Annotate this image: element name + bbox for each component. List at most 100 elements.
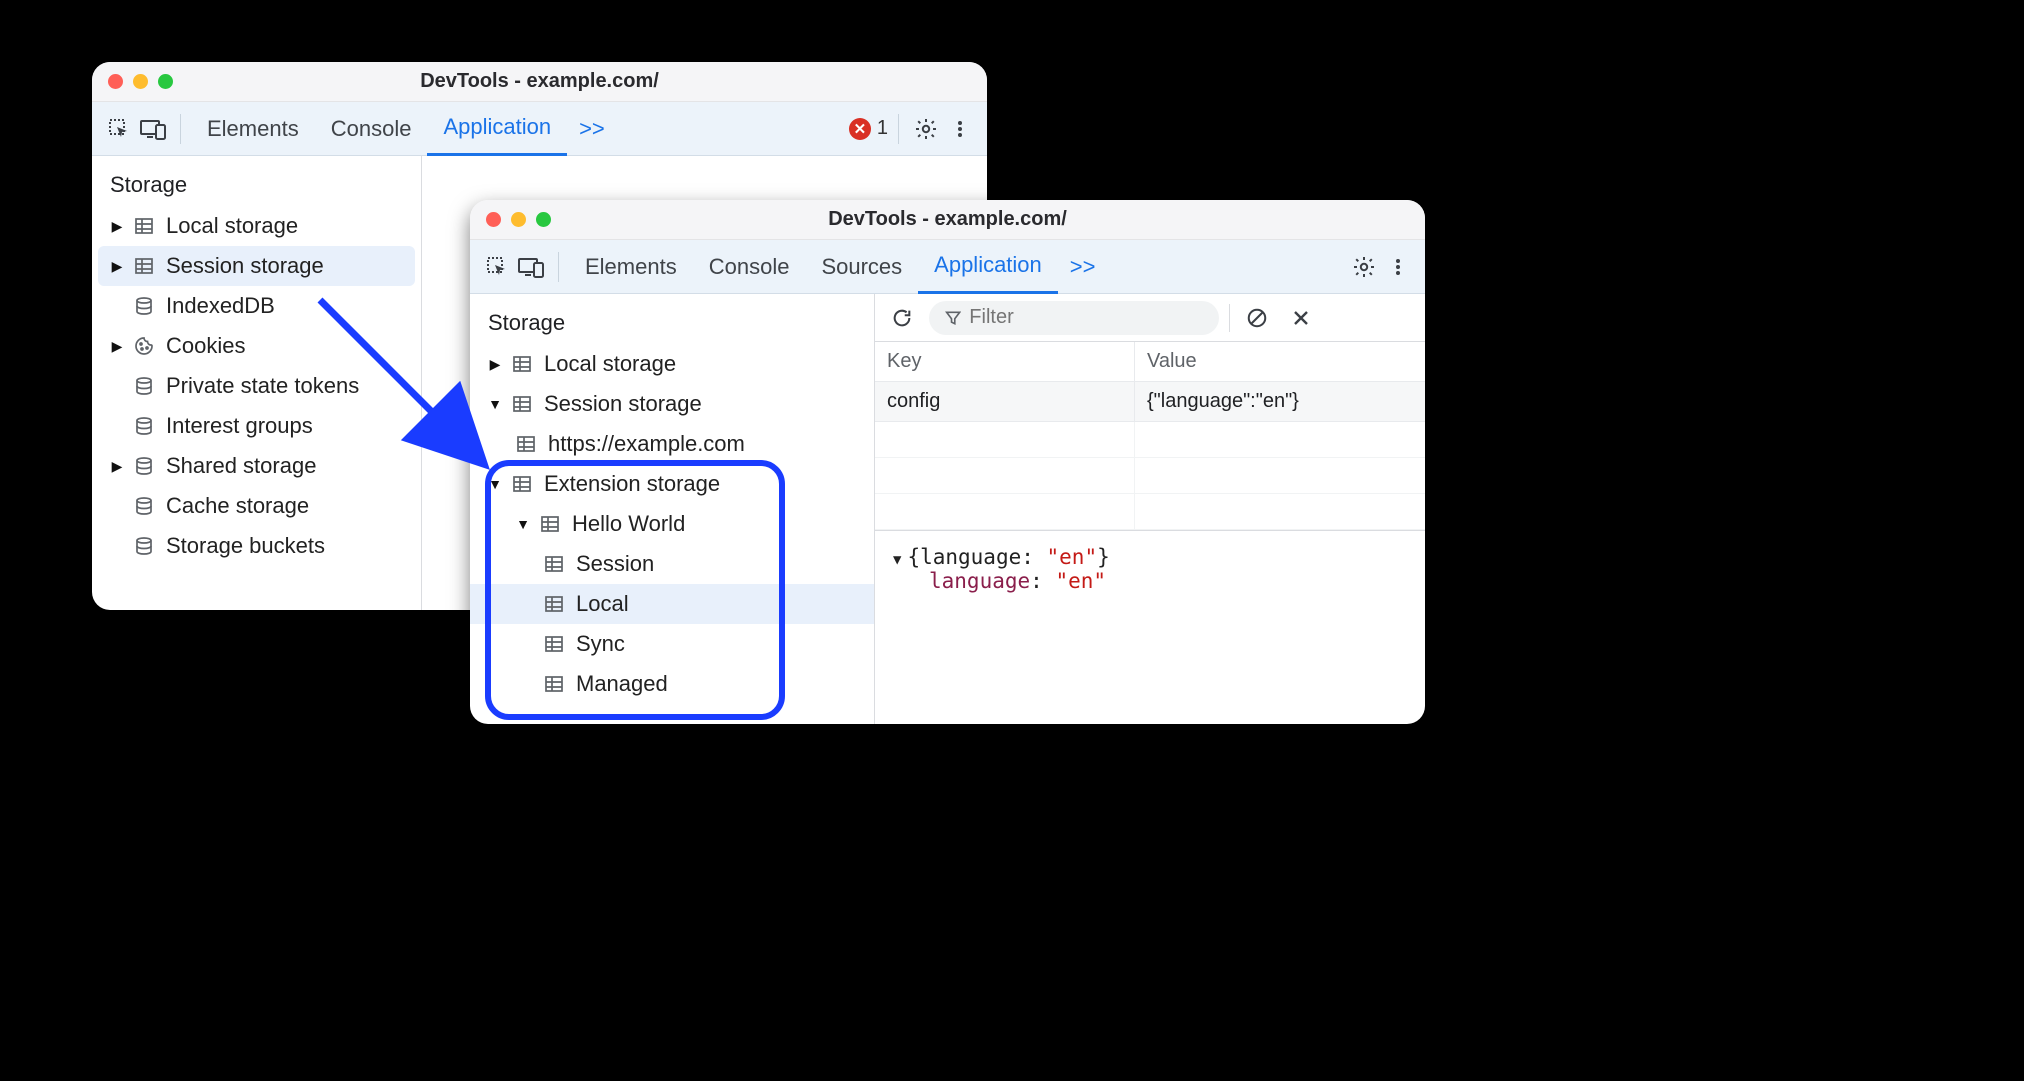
sidebar-item-label: Session	[576, 551, 654, 577]
minimize-window-icon[interactable]	[133, 74, 148, 89]
sidebar-extension-storage[interactable]: ▼ Extension storage	[470, 464, 874, 504]
error-count: 1	[877, 117, 888, 140]
sidebar-session-origin[interactable]: https://example.com	[470, 424, 874, 464]
sidebar-ext-session[interactable]: Session	[470, 544, 874, 584]
gear-icon[interactable]	[1347, 250, 1381, 284]
kebab-icon[interactable]	[943, 112, 977, 146]
error-badge[interactable]: ✕ 1	[849, 117, 888, 140]
chevron-down-icon: ▼	[488, 396, 502, 412]
database-icon	[134, 416, 156, 436]
sidebar-cache-storage[interactable]: ▶ Cache storage	[92, 486, 421, 526]
table-row-empty[interactable]	[875, 494, 1425, 530]
clear-all-icon[interactable]	[1240, 301, 1274, 335]
sidebar-indexeddb[interactable]: ▶ IndexedDB	[92, 286, 421, 326]
window-title: DevTools - example.com/	[470, 208, 1425, 231]
titlebar[interactable]: DevTools - example.com/	[92, 62, 987, 102]
sidebar-item-label: Local storage	[166, 213, 298, 239]
devtools-window-after: DevTools - example.com/ Elements Console…	[470, 200, 1425, 724]
grid-icon	[544, 554, 566, 574]
kebab-icon[interactable]	[1381, 250, 1415, 284]
chevron-right-icon: ▶	[110, 258, 124, 275]
filter-input[interactable]	[969, 306, 1203, 329]
sidebar-shared-storage[interactable]: ▶ Shared storage	[92, 446, 421, 486]
col-key-header[interactable]: Key	[875, 342, 1135, 381]
storage-main-panel: Key Value config {"language":"en"} ▼{lan…	[875, 294, 1425, 724]
separator	[558, 252, 559, 282]
table-row-empty[interactable]	[875, 458, 1425, 494]
database-icon	[134, 296, 156, 316]
inspect-element-icon[interactable]	[480, 250, 514, 284]
table-header: Key Value	[875, 342, 1425, 382]
device-toolbar-icon[interactable]	[514, 250, 548, 284]
tab-console[interactable]: Console	[315, 102, 428, 156]
storage-sidebar: Storage ▶ Local storage ▼ Session storag…	[470, 294, 875, 724]
sidebar-item-label: IndexedDB	[166, 293, 275, 319]
sidebar-cookies[interactable]: ▶ Cookies	[92, 326, 421, 366]
sidebar-extension-hello-world[interactable]: ▼ Hello World	[470, 504, 874, 544]
close-window-icon[interactable]	[486, 212, 501, 227]
sidebar-private-state-tokens[interactable]: ▶ Private state tokens	[92, 366, 421, 406]
tab-application[interactable]: Application	[427, 102, 567, 156]
sidebar-local-storage[interactable]: ▶ Local storage	[92, 206, 421, 246]
grid-icon	[544, 634, 566, 654]
tabs-overflow[interactable]: >>	[1058, 254, 1108, 280]
json-line[interactable]: language: "en"	[893, 569, 1407, 593]
refresh-icon[interactable]	[885, 301, 919, 335]
fullscreen-window-icon[interactable]	[158, 74, 173, 89]
grid-icon	[512, 474, 534, 494]
cell-value: {"language":"en"}	[1135, 382, 1425, 421]
delete-icon[interactable]	[1284, 301, 1318, 335]
separator	[180, 114, 181, 144]
sidebar-ext-sync[interactable]: Sync	[470, 624, 874, 664]
sidebar-local-storage[interactable]: ▶ Local storage	[470, 344, 874, 384]
sidebar-item-label: Cookies	[166, 333, 245, 359]
sidebar-item-label: Private state tokens	[166, 373, 359, 399]
gear-icon[interactable]	[909, 112, 943, 146]
tabs-overflow[interactable]: >>	[567, 116, 617, 142]
database-icon	[134, 376, 156, 396]
sidebar-item-label: https://example.com	[548, 431, 745, 457]
storage-actionbar	[875, 294, 1425, 342]
tab-console[interactable]: Console	[693, 240, 806, 294]
chevron-down-icon: ▼	[893, 552, 901, 568]
chevron-down-icon: ▼	[488, 476, 502, 492]
chevron-right-icon: ▶	[110, 338, 124, 355]
grid-icon	[516, 434, 538, 454]
tab-elements[interactable]: Elements	[569, 240, 693, 294]
storage-header: Storage	[470, 306, 874, 344]
minimize-window-icon[interactable]	[511, 212, 526, 227]
sidebar-ext-managed[interactable]: Managed	[470, 664, 874, 704]
sidebar-item-label: Hello World	[572, 511, 685, 537]
table-row[interactable]: config {"language":"en"}	[875, 382, 1425, 422]
sidebar-item-label: Local	[576, 591, 629, 617]
separator	[898, 114, 899, 144]
tab-sources[interactable]: Sources	[805, 240, 918, 294]
sidebar-storage-buckets[interactable]: ▶ Storage buckets	[92, 526, 421, 566]
sidebar-item-label: Extension storage	[544, 471, 720, 497]
filter-input-wrap[interactable]	[929, 301, 1219, 335]
fullscreen-window-icon[interactable]	[536, 212, 551, 227]
inspect-element-icon[interactable]	[102, 112, 136, 146]
sidebar-session-storage[interactable]: ▼ Session storage	[470, 384, 874, 424]
sidebar-item-label: Cache storage	[166, 493, 309, 519]
tab-application[interactable]: Application	[918, 240, 1058, 294]
table-row-empty[interactable]	[875, 422, 1425, 458]
device-toolbar-icon[interactable]	[136, 112, 170, 146]
sidebar-session-storage[interactable]: ▶ Session storage	[98, 246, 415, 286]
tab-elements[interactable]: Elements	[191, 102, 315, 156]
window-title: DevTools - example.com/	[92, 70, 987, 93]
col-value-header[interactable]: Value	[1135, 342, 1425, 381]
storage-sidebar: Storage ▶ Local storage ▶ Session storag…	[92, 156, 422, 610]
storage-header: Storage	[92, 168, 421, 206]
separator	[1229, 304, 1230, 332]
traffic-lights	[92, 74, 173, 89]
sidebar-item-label: Storage buckets	[166, 533, 325, 559]
chevron-down-icon: ▼	[516, 516, 530, 532]
sidebar-ext-local[interactable]: Local	[470, 584, 874, 624]
json-line[interactable]: ▼{language: "en"}	[893, 545, 1407, 569]
close-window-icon[interactable]	[108, 74, 123, 89]
sidebar-interest-groups[interactable]: ▶ Interest groups	[92, 406, 421, 446]
value-preview: ▼{language: "en"} language: "en"	[875, 531, 1425, 607]
titlebar[interactable]: DevTools - example.com/	[470, 200, 1425, 240]
grid-icon	[512, 394, 534, 414]
